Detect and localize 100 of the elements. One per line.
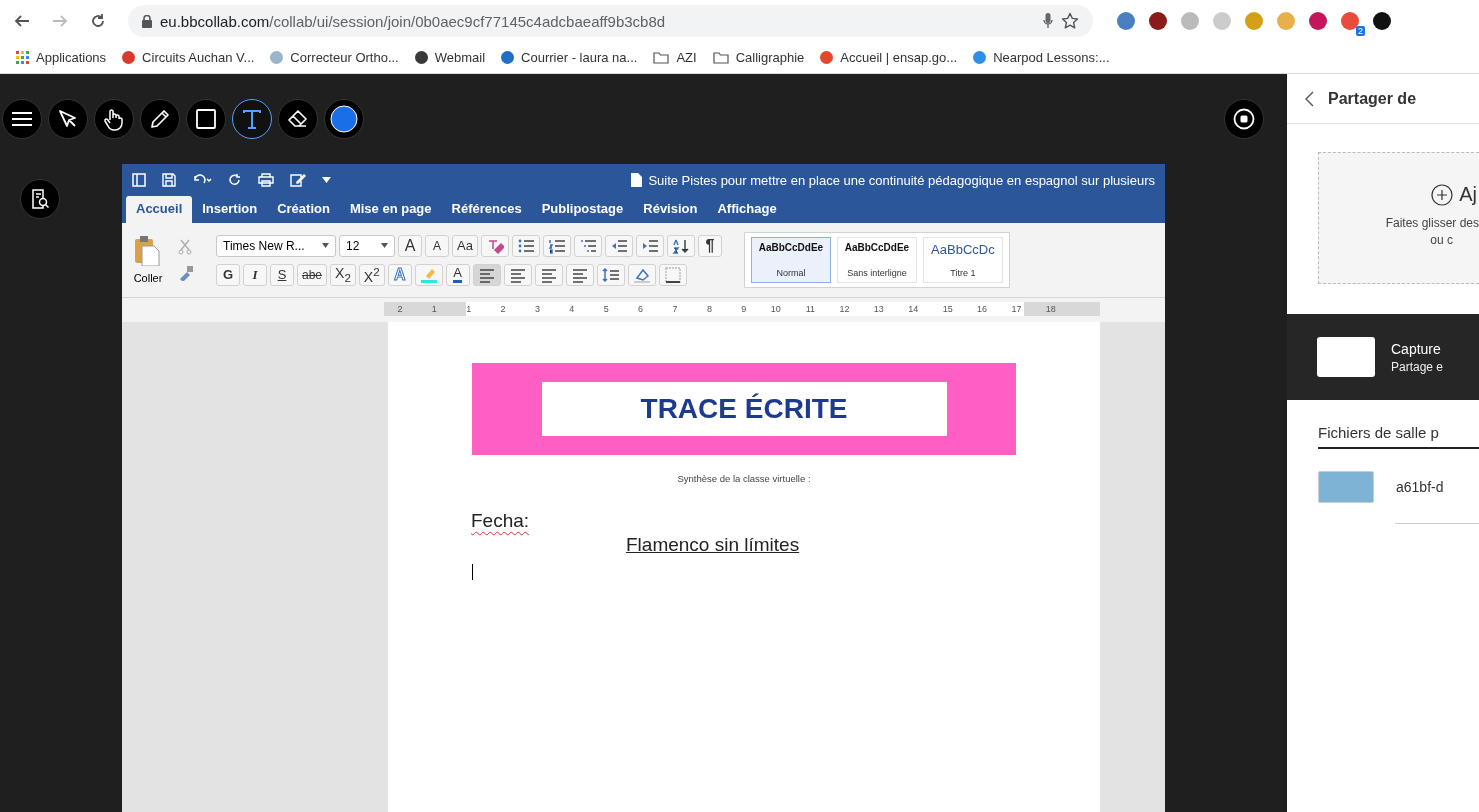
font-color-button[interactable]: A [445, 263, 470, 286]
ruler-number: 4 [568, 303, 575, 316]
ribbon-tab[interactable]: Création [267, 196, 340, 223]
style-preset[interactable]: AaBbCcDdEe Sans interligne [836, 237, 917, 283]
underline-button[interactable]: S [270, 263, 294, 286]
ruler-number: 1 [430, 303, 437, 316]
show-marks-button[interactable]: ¶ [697, 234, 722, 257]
ribbon-tab[interactable]: Mise en page [339, 196, 442, 223]
bookmark[interactable]: Webmail [414, 50, 486, 65]
ruler-number: 14 [907, 303, 919, 316]
spacing-icon [601, 265, 620, 284]
bookmark[interactable]: Correcteur Ortho... [270, 50, 399, 65]
ribbon-tab[interactable]: Références [441, 196, 532, 223]
ribbon-tab[interactable]: Affichage [707, 196, 787, 223]
pencil-tool-button[interactable] [140, 99, 180, 139]
bold-button[interactable]: G [216, 263, 240, 286]
microphone-icon [1043, 13, 1053, 29]
bookmark[interactable]: Circuits Auchan V... [122, 50, 255, 65]
align-button[interactable] [565, 263, 594, 286]
borders-button[interactable] [658, 263, 687, 286]
text-tool-button[interactable] [232, 99, 272, 139]
lock-icon [142, 14, 152, 28]
date-label: Fecha: [471, 510, 530, 532]
italic-button[interactable]: I [243, 263, 267, 286]
panel-title: Partager de [1328, 89, 1417, 108]
borders-icon [663, 265, 682, 284]
address-bar[interactable]: eu.bbcollab.com/collab/ui/session/join/0b0aec9cf77145c4adcbaeaff9b3cb8d [128, 5, 1093, 37]
document-search-button[interactable] [20, 179, 60, 219]
bookmark[interactable]: Accueil | ensap.go... [820, 50, 958, 65]
ruler-number: 17 [1010, 303, 1022, 316]
menu-tool-button[interactable] [2, 99, 42, 139]
ruler-number: 18 [1044, 303, 1056, 316]
numbering-button[interactable] [542, 234, 571, 257]
sort-button[interactable] [666, 234, 695, 257]
align-button[interactable] [534, 263, 563, 286]
format-painter-icon[interactable] [178, 265, 194, 281]
style-preset[interactable]: AaBbCcDc Titre 1 [922, 237, 1003, 283]
extension-icon[interactable] [1373, 12, 1391, 30]
bookmark[interactable]: Nearpod Lessons:... [973, 50, 1110, 65]
outdent-button[interactable] [604, 234, 633, 257]
bullets-button[interactable] [511, 234, 540, 257]
clear-format-button[interactable] [480, 234, 509, 257]
square-icon [195, 108, 217, 130]
ribbon-tab[interactable]: Accueil [126, 196, 193, 223]
pencil-icon [149, 108, 171, 130]
bookmark[interactable]: Applications [16, 50, 107, 65]
url-text: eu.bbcollab.com/collab/ui/session/join/0b0aec9cf77145c4adcbaeaff9b3cb8d [160, 12, 666, 30]
shared-item-row[interactable]: Capture Partage e [1287, 314, 1479, 400]
style-preset[interactable]: AaBbCcDdEe Normal [750, 237, 831, 283]
bookmark[interactable]: Courrier - laura na... [501, 50, 638, 65]
extension-icon[interactable] [1149, 12, 1167, 30]
align-button[interactable] [472, 263, 501, 286]
font-size-field[interactable]: 12 [339, 234, 395, 257]
back-button[interactable] [1305, 90, 1314, 107]
shrink-font-button[interactable]: A [425, 234, 449, 257]
font-name-field[interactable]: Times New R... [216, 234, 336, 257]
edit-document-icon [290, 173, 306, 187]
hand-tool-button[interactable] [94, 99, 134, 139]
subtitle-text: Synthèse de la classe virtuelle : [676, 473, 812, 484]
strikethrough-button[interactable]: abe [297, 263, 328, 286]
line-spacing-button[interactable] [596, 263, 625, 286]
script-button[interactable]: X$^{2}$ [358, 263, 385, 286]
indent-button[interactable] [635, 234, 664, 257]
folder-icon [712, 51, 729, 64]
multilevel-list-button[interactable] [573, 234, 602, 257]
add-circle-icon [1431, 183, 1454, 206]
pointer-icon [57, 108, 79, 130]
save-icon [162, 173, 176, 187]
stop-share-button[interactable] [1224, 99, 1264, 139]
add-file-label[interactable]: Aj [1459, 183, 1477, 206]
color-tool-button[interactable] [324, 99, 364, 139]
shading-button[interactable] [627, 263, 656, 286]
ribbon-tab[interactable]: Insertion [192, 196, 268, 223]
grow-font-button[interactable]: A [398, 234, 422, 257]
ruler-number: 15 [941, 303, 953, 316]
file-name[interactable]: a61bf-d [1396, 479, 1444, 495]
text-tool-icon [241, 108, 263, 130]
chevron-left-icon [1305, 90, 1314, 107]
eraser-tool-button[interactable] [278, 99, 318, 139]
ruler-number: 2 [396, 303, 403, 316]
section-title: Fichiers de salle p [1318, 424, 1479, 449]
align-button[interactable] [503, 263, 532, 286]
ruler-number: 1 [465, 303, 472, 316]
redo-icon [228, 173, 242, 187]
reload-icon [90, 13, 106, 29]
ruler-number: 9 [740, 303, 747, 316]
document-search-icon [29, 188, 51, 210]
pointer-tool-button[interactable] [48, 99, 88, 139]
shape-tool-button[interactable] [186, 99, 226, 139]
ribbon-tab[interactable]: Révision [633, 196, 708, 223]
script-button[interactable]: X$_{2}$ [330, 263, 356, 286]
ruler-number: 6 [637, 303, 644, 316]
bookmark[interactable]: Calligraphie [712, 50, 805, 65]
ribbon-tab[interactable]: Publipostage [531, 196, 634, 223]
change-case-button[interactable]: Aa [452, 234, 478, 257]
paste-icon[interactable] [134, 236, 162, 266]
paste-label[interactable]: Coller [133, 272, 163, 284]
ruler-number: 7 [671, 303, 678, 316]
file-drop-zone[interactable]: Aj Faites glisser des ou c [1318, 152, 1479, 284]
bookmark[interactable]: AZI [653, 50, 697, 65]
